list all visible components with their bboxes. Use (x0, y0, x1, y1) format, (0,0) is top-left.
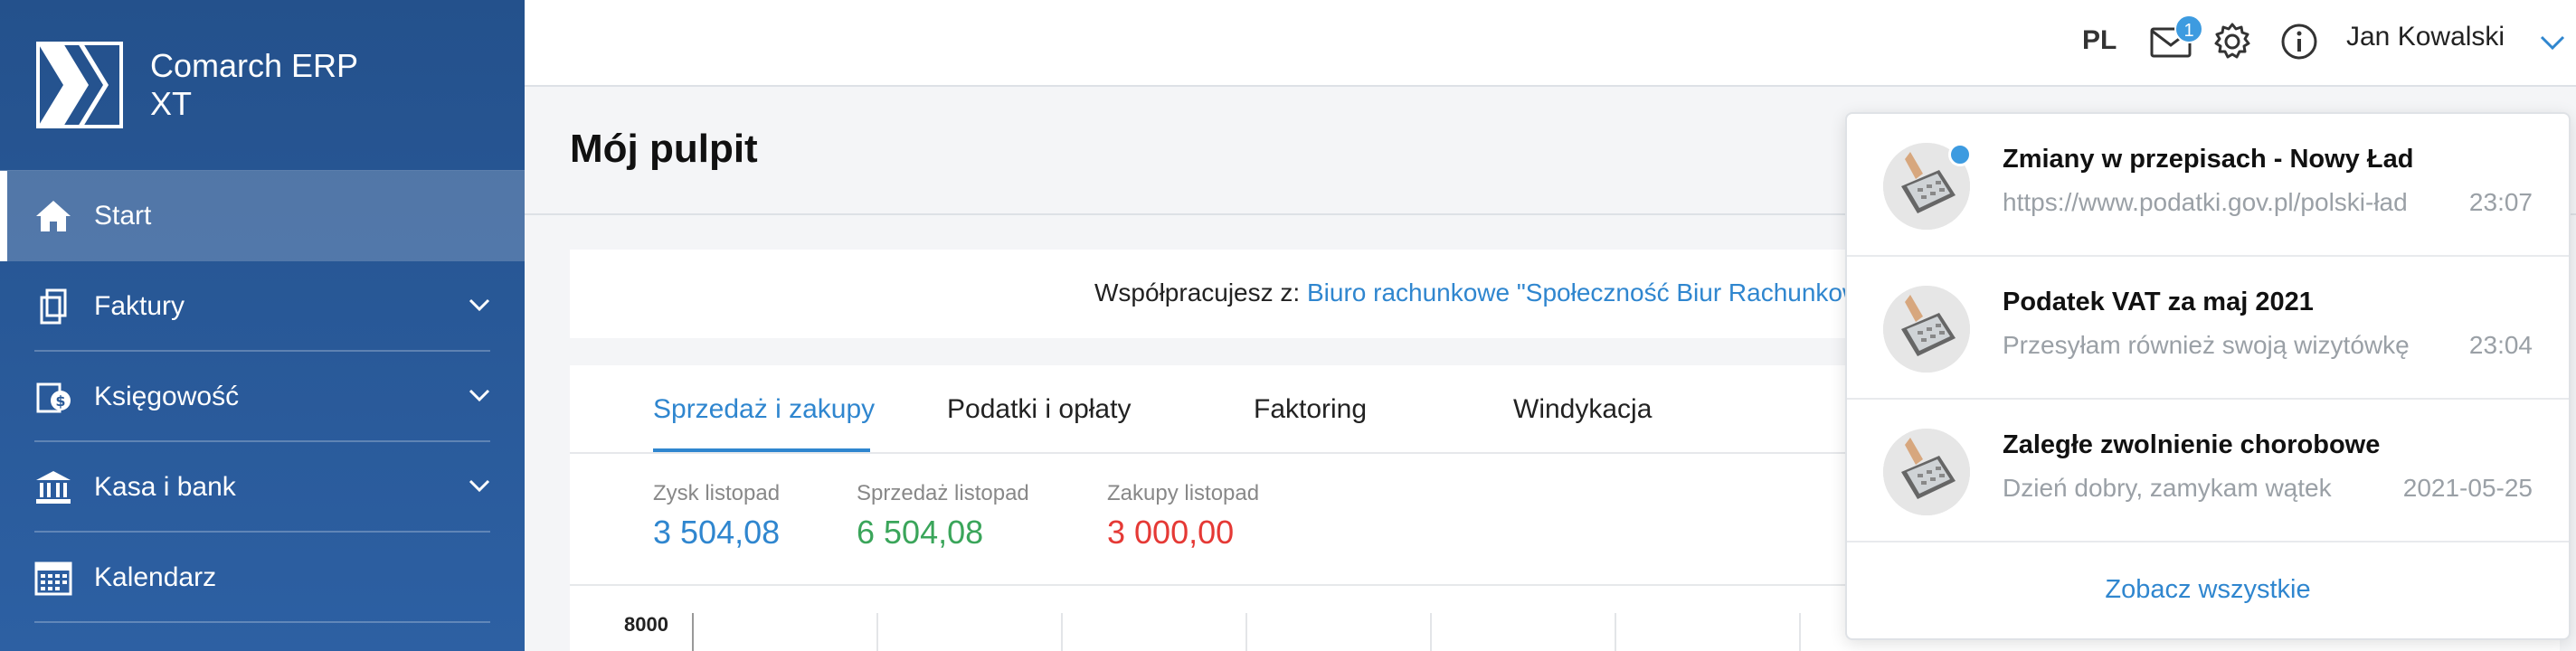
notification-item[interactable]: Zaległe zwolnienie chorobowe Dzień dobry… (1847, 400, 2569, 542)
unread-dot (1948, 143, 1972, 166)
sidebar-item-label: Start (94, 201, 152, 231)
notification-title: Zmiany w przepisach - Nowy Ład (2003, 145, 2414, 174)
collaboration-office-link[interactable]: Biuro rachunkowe "Społeczność Biur Rachu… (1307, 278, 1909, 307)
sidebar-item-kalendarz[interactable]: Kalendarz (0, 533, 525, 623)
info-icon[interactable] (2279, 22, 2319, 61)
see-all-notifications-link[interactable]: Zobacz wszystkie (1847, 575, 2569, 605)
notification-preview: https://www.podatki.gov.pl/polski-ład (2003, 188, 2408, 216)
stat-profit: Zysk listopad 3 504,08 (653, 481, 780, 552)
notification-preview: Dzień dobry, zamykam wątek (2003, 474, 2332, 502)
stat-sales: Sprzedaż listopad 6 504,08 (857, 481, 1029, 552)
sidebar-item-label: Kalendarz (94, 562, 217, 592)
stat-label: Sprzedaż listopad (857, 481, 1029, 505)
tab-sprzedaz-i-zakupy[interactable]: Sprzedaż i zakupy (653, 394, 875, 425)
notifications-dropdown: Zmiany w przepisach - Nowy Ład https://w… (1845, 112, 2571, 640)
calendar-icon (34, 561, 72, 596)
sidebar-item-kasa-i-bank[interactable]: Kasa i bank (0, 442, 525, 533)
svg-text:$: $ (55, 392, 65, 410)
app-root: Comarch ERP XT Start Faktury $ Księgowoś… (0, 0, 2576, 651)
sidebar-item-faktury[interactable]: Faktury (0, 261, 525, 352)
chevron-down-icon (469, 298, 490, 312)
language-switch[interactable]: PL (2082, 25, 2117, 56)
stat-value: 6 504,08 (857, 514, 984, 551)
settings-icon[interactable] (2212, 22, 2252, 61)
active-tab-indicator (653, 448, 870, 452)
home-icon (36, 201, 71, 231)
chevron-down-icon (469, 389, 490, 402)
accounting-icon: $ (36, 382, 71, 413)
chevron-down-icon[interactable] (2540, 34, 2565, 51)
mail-badge: 1 (2174, 14, 2203, 43)
brand-line-2: XT (150, 85, 193, 122)
tab-faktoring[interactable]: Faktoring (1254, 394, 1367, 425)
stat-purchases: Zakupy listopad 3 000,00 (1107, 481, 1259, 552)
brand-name: Comarch ERP XT (150, 47, 358, 123)
sidebar-item-label: Faktury (94, 291, 185, 321)
notification-time: 23:04 (2468, 331, 2533, 359)
notification-title: Zaległe zwolnienie chorobowe (2003, 430, 2381, 459)
tab-podatki-i-oplaty[interactable]: Podatki i opłaty (947, 394, 1131, 425)
notification-item[interactable]: Zmiany w przepisach - Nowy Ład https://w… (1847, 114, 2569, 257)
notification-preview: Przesyłam również swoją wizytówkę (2003, 331, 2410, 359)
stat-label: Zysk listopad (653, 481, 781, 505)
invoices-icon (40, 288, 67, 325)
sidebar-nav: Start Faktury $ Księgowość Kasa i bank K… (0, 170, 525, 623)
collaboration-label: Współpracujesz z: (1094, 278, 1301, 307)
page-title: Mój pulpit (570, 127, 758, 171)
tab-windykacja[interactable]: Windykacja (1513, 394, 1652, 425)
stat-value: 3 000,00 (1107, 514, 1235, 551)
stat-label: Zakupy listopad (1107, 481, 1260, 505)
sidebar-item-label: Księgowość (94, 382, 240, 411)
sidebar-item-start[interactable]: Start (0, 171, 525, 261)
chevron-down-icon (469, 479, 490, 493)
brand[interactable]: Comarch ERP XT (0, 0, 525, 170)
notification-time: 2021-05-25 (2402, 474, 2533, 502)
comarch-logo-icon (36, 42, 123, 128)
notification-time: 23:07 (2468, 188, 2533, 216)
sidebar: Comarch ERP XT Start Faktury $ Księgowoś… (0, 0, 525, 651)
brand-line-1: Comarch ERP (150, 47, 359, 84)
topbar: PL 1 Jan Kowalski (525, 0, 2576, 87)
notification-title: Podatek VAT za maj 2021 (2003, 288, 2314, 316)
notification-item[interactable]: Podatek VAT za maj 2021 Przesyłam równie… (1847, 257, 2569, 400)
user-menu-name[interactable]: Jan Kowalski (2346, 22, 2505, 52)
bank-icon (36, 471, 71, 504)
collaboration-text: Współpracujesz z: Biuro rachunkowe "Społ… (1094, 278, 1909, 307)
calculator-avatar-icon (1883, 286, 1970, 373)
sidebar-item-label: Kasa i bank (94, 472, 236, 502)
stat-value: 3 504,08 (653, 514, 781, 551)
sidebar-item-ksiegowosc[interactable]: $ Księgowość (0, 352, 525, 442)
calculator-avatar-icon (1883, 429, 1970, 515)
